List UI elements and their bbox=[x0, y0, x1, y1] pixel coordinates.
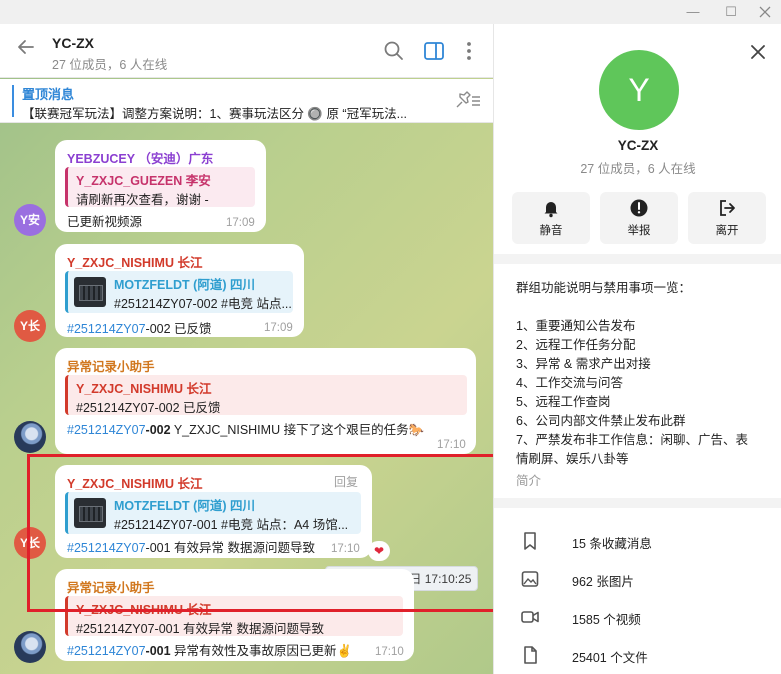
message-text: #251214ZY07-002 已反馈 bbox=[67, 318, 212, 337]
videos-link[interactable]: 1585 个视频 bbox=[572, 609, 641, 628]
message-text: 已更新视频源 bbox=[67, 215, 143, 229]
hashtag-link[interactable]: #251214ZY07 bbox=[67, 322, 146, 336]
video-icon bbox=[520, 607, 540, 627]
avatar[interactable]: Y安 bbox=[14, 204, 46, 236]
bot-avatar[interactable] bbox=[14, 421, 46, 453]
message-time: 17:10 bbox=[375, 646, 404, 658]
quote-text: #251214ZY07-002 已反馈 bbox=[76, 401, 221, 415]
reply-quote[interactable]: MOTZFELDT (阿道) 四川 #251214ZY07-002 #电竞 站点… bbox=[65, 271, 293, 313]
pin-list-icon bbox=[456, 91, 480, 108]
pinned-text: 【联赛冠军玩法】调整方案说明：1、赛事玩法区分 🔘 原 “冠军玩法... bbox=[22, 107, 408, 121]
files-link[interactable]: 25401 个文件 bbox=[572, 647, 648, 666]
report-label: 举报 bbox=[627, 225, 651, 237]
bell-icon bbox=[541, 198, 561, 218]
description-line: 7、严禁发布非工作信息：闲聊、广告、表 bbox=[516, 433, 748, 447]
chat-subtitle: 27 位成员，6 人在线 bbox=[52, 58, 168, 72]
reply-quote[interactable]: Y_ZXJC_GUEZEN 李安 请刷新再次查看，谢谢 - bbox=[65, 167, 255, 207]
maximize-button[interactable]: ☐ bbox=[714, 0, 748, 24]
description-caption: 简介 bbox=[516, 474, 542, 488]
divider bbox=[494, 498, 781, 508]
description-line: 情刷屏、娱乐八卦等 bbox=[516, 452, 629, 466]
bot-avatar[interactable] bbox=[14, 631, 46, 663]
quote-text: 请刷新再次查看，谢谢 - bbox=[76, 193, 209, 207]
description-line: 5、远程工作查岗 bbox=[516, 395, 611, 409]
message-code: -001 bbox=[145, 644, 171, 658]
message-bubble[interactable]: Y_ZXJC_NISHIMU 长江 MOTZFELDT (阿道) 四川 #251… bbox=[55, 244, 304, 337]
reply-quote[interactable]: Y_ZXJC_NISHIMU 长江 #251214ZY07-002 已反馈 bbox=[65, 375, 467, 415]
chat-title[interactable]: YC-ZX bbox=[52, 35, 94, 51]
file-icon bbox=[520, 645, 540, 665]
arrow-left-icon bbox=[18, 40, 34, 54]
group-title: YC-ZX bbox=[617, 138, 659, 153]
description-line: 1、重要通知公告发布 bbox=[516, 319, 636, 333]
description-line: 2、远程工作任务分配 bbox=[516, 338, 636, 352]
pinned-indicator bbox=[12, 85, 14, 117]
description-line: 3、异常 & 需求产出对接 bbox=[516, 357, 651, 371]
window-titlebar: — ☐ bbox=[0, 0, 781, 24]
hashtag-link[interactable]: #251214ZY07 bbox=[67, 644, 146, 658]
sidebar-toggle-button[interactable] bbox=[421, 38, 447, 64]
photos-link[interactable]: 962 张图片 bbox=[572, 571, 634, 590]
message-bubble[interactable]: YEBZUCEY （安迪）广东 Y_ZXJC_GUEZEN 李安 请刷新再次查看… bbox=[55, 140, 266, 232]
window-close-button[interactable] bbox=[748, 0, 781, 24]
more-vertical-icon bbox=[467, 42, 471, 60]
saved-messages-link[interactable]: 15 条收藏消息 bbox=[572, 533, 652, 552]
image-icon bbox=[520, 569, 540, 589]
message-bubble[interactable]: 异常记录小助手 Y_ZXJC_NISHIMU 长江 #251214ZY07-00… bbox=[55, 348, 476, 454]
message-sender[interactable]: YEBZUCEY （安迪）广东 bbox=[67, 148, 213, 167]
leave-button[interactable]: 离开 bbox=[688, 192, 766, 244]
group-avatar[interactable]: Y bbox=[599, 50, 679, 130]
message-time: 17:09 bbox=[226, 217, 255, 229]
hashtag-link[interactable]: #251214ZY07 bbox=[67, 423, 146, 437]
description-line: 4、工作交流与问答 bbox=[516, 376, 623, 390]
report-button[interactable]: 举报 bbox=[600, 192, 678, 244]
alert-icon bbox=[629, 198, 649, 218]
message-text: #251214ZY07-001 异常有效性及事故原因已更新✌️ bbox=[67, 640, 352, 659]
avatar[interactable]: Y长 bbox=[14, 310, 46, 342]
message-text-rest: 异常有效性及事故原因已更新✌️ bbox=[170, 644, 353, 658]
description-line: 群组功能说明与禁用事项一览： bbox=[516, 281, 692, 295]
message-text: #251214ZY07-002 Y_ZXJC_NISHIMU 接下了这个艰巨的任… bbox=[67, 419, 424, 438]
minimize-button[interactable]: — bbox=[676, 0, 710, 24]
close-panel-button[interactable] bbox=[746, 40, 770, 64]
message-code: -002 bbox=[145, 423, 171, 437]
quote-text: #251214ZY07-001 有效异常 数据源问题导致 bbox=[76, 622, 325, 636]
description-line: 6、公司内部文件禁止发布此群 bbox=[516, 414, 686, 428]
quote-sender: Y_ZXJC_NISHIMU 长江 bbox=[76, 382, 212, 396]
message-time: 17:10 bbox=[437, 439, 466, 451]
media-thumbnail bbox=[74, 277, 106, 307]
message-time: 17:09 bbox=[264, 322, 293, 334]
search-icon bbox=[384, 41, 403, 60]
pinned-title: 置顶消息 bbox=[22, 87, 75, 102]
search-button[interactable] bbox=[381, 38, 407, 64]
group-info-panel: Y YC-ZX 27 位成员，6 人在线 静音 举报 离开 群组功能说明与禁用事… bbox=[493, 24, 781, 674]
more-menu-button[interactable] bbox=[456, 38, 482, 64]
group-subtitle: 27 位成员，6 人在线 bbox=[580, 162, 696, 176]
mute-label: 静音 bbox=[539, 225, 563, 237]
quote-sender: Y_ZXJC_GUEZEN 李安 bbox=[76, 174, 211, 188]
mute-button[interactable]: 静音 bbox=[512, 192, 590, 244]
back-button[interactable] bbox=[12, 37, 40, 65]
leave-label: 离开 bbox=[715, 225, 739, 237]
message-text-rest: -002 已反馈 bbox=[145, 322, 212, 336]
close-icon bbox=[759, 6, 771, 18]
leave-icon bbox=[717, 198, 737, 218]
message-sender[interactable]: 异常记录小助手 bbox=[67, 356, 155, 375]
chat-header: YC-ZX 27 位成员，6 人在线 bbox=[0, 24, 493, 78]
sidebar-panel-icon bbox=[424, 42, 444, 60]
divider bbox=[494, 254, 781, 264]
message-sender[interactable]: Y_ZXJC_NISHIMU 长江 bbox=[67, 252, 202, 271]
highlight-box bbox=[27, 454, 497, 612]
quote-sender: MOTZFELDT (阿道) 四川 bbox=[114, 278, 255, 292]
message-text-rest: Y_ZXJC_NISHIMU 接下了这个艰巨的任务🐎 bbox=[170, 423, 425, 437]
bookmark-icon bbox=[520, 531, 540, 551]
close-icon bbox=[751, 45, 765, 59]
quote-text: #251214ZY07-002 #电竞 站点... bbox=[114, 297, 292, 311]
pinned-message-bar[interactable]: 置顶消息 【联赛冠军玩法】调整方案说明：1、赛事玩法区分 🔘 原 “冠军玩法..… bbox=[0, 79, 493, 123]
pinned-list-button[interactable] bbox=[452, 91, 482, 111]
